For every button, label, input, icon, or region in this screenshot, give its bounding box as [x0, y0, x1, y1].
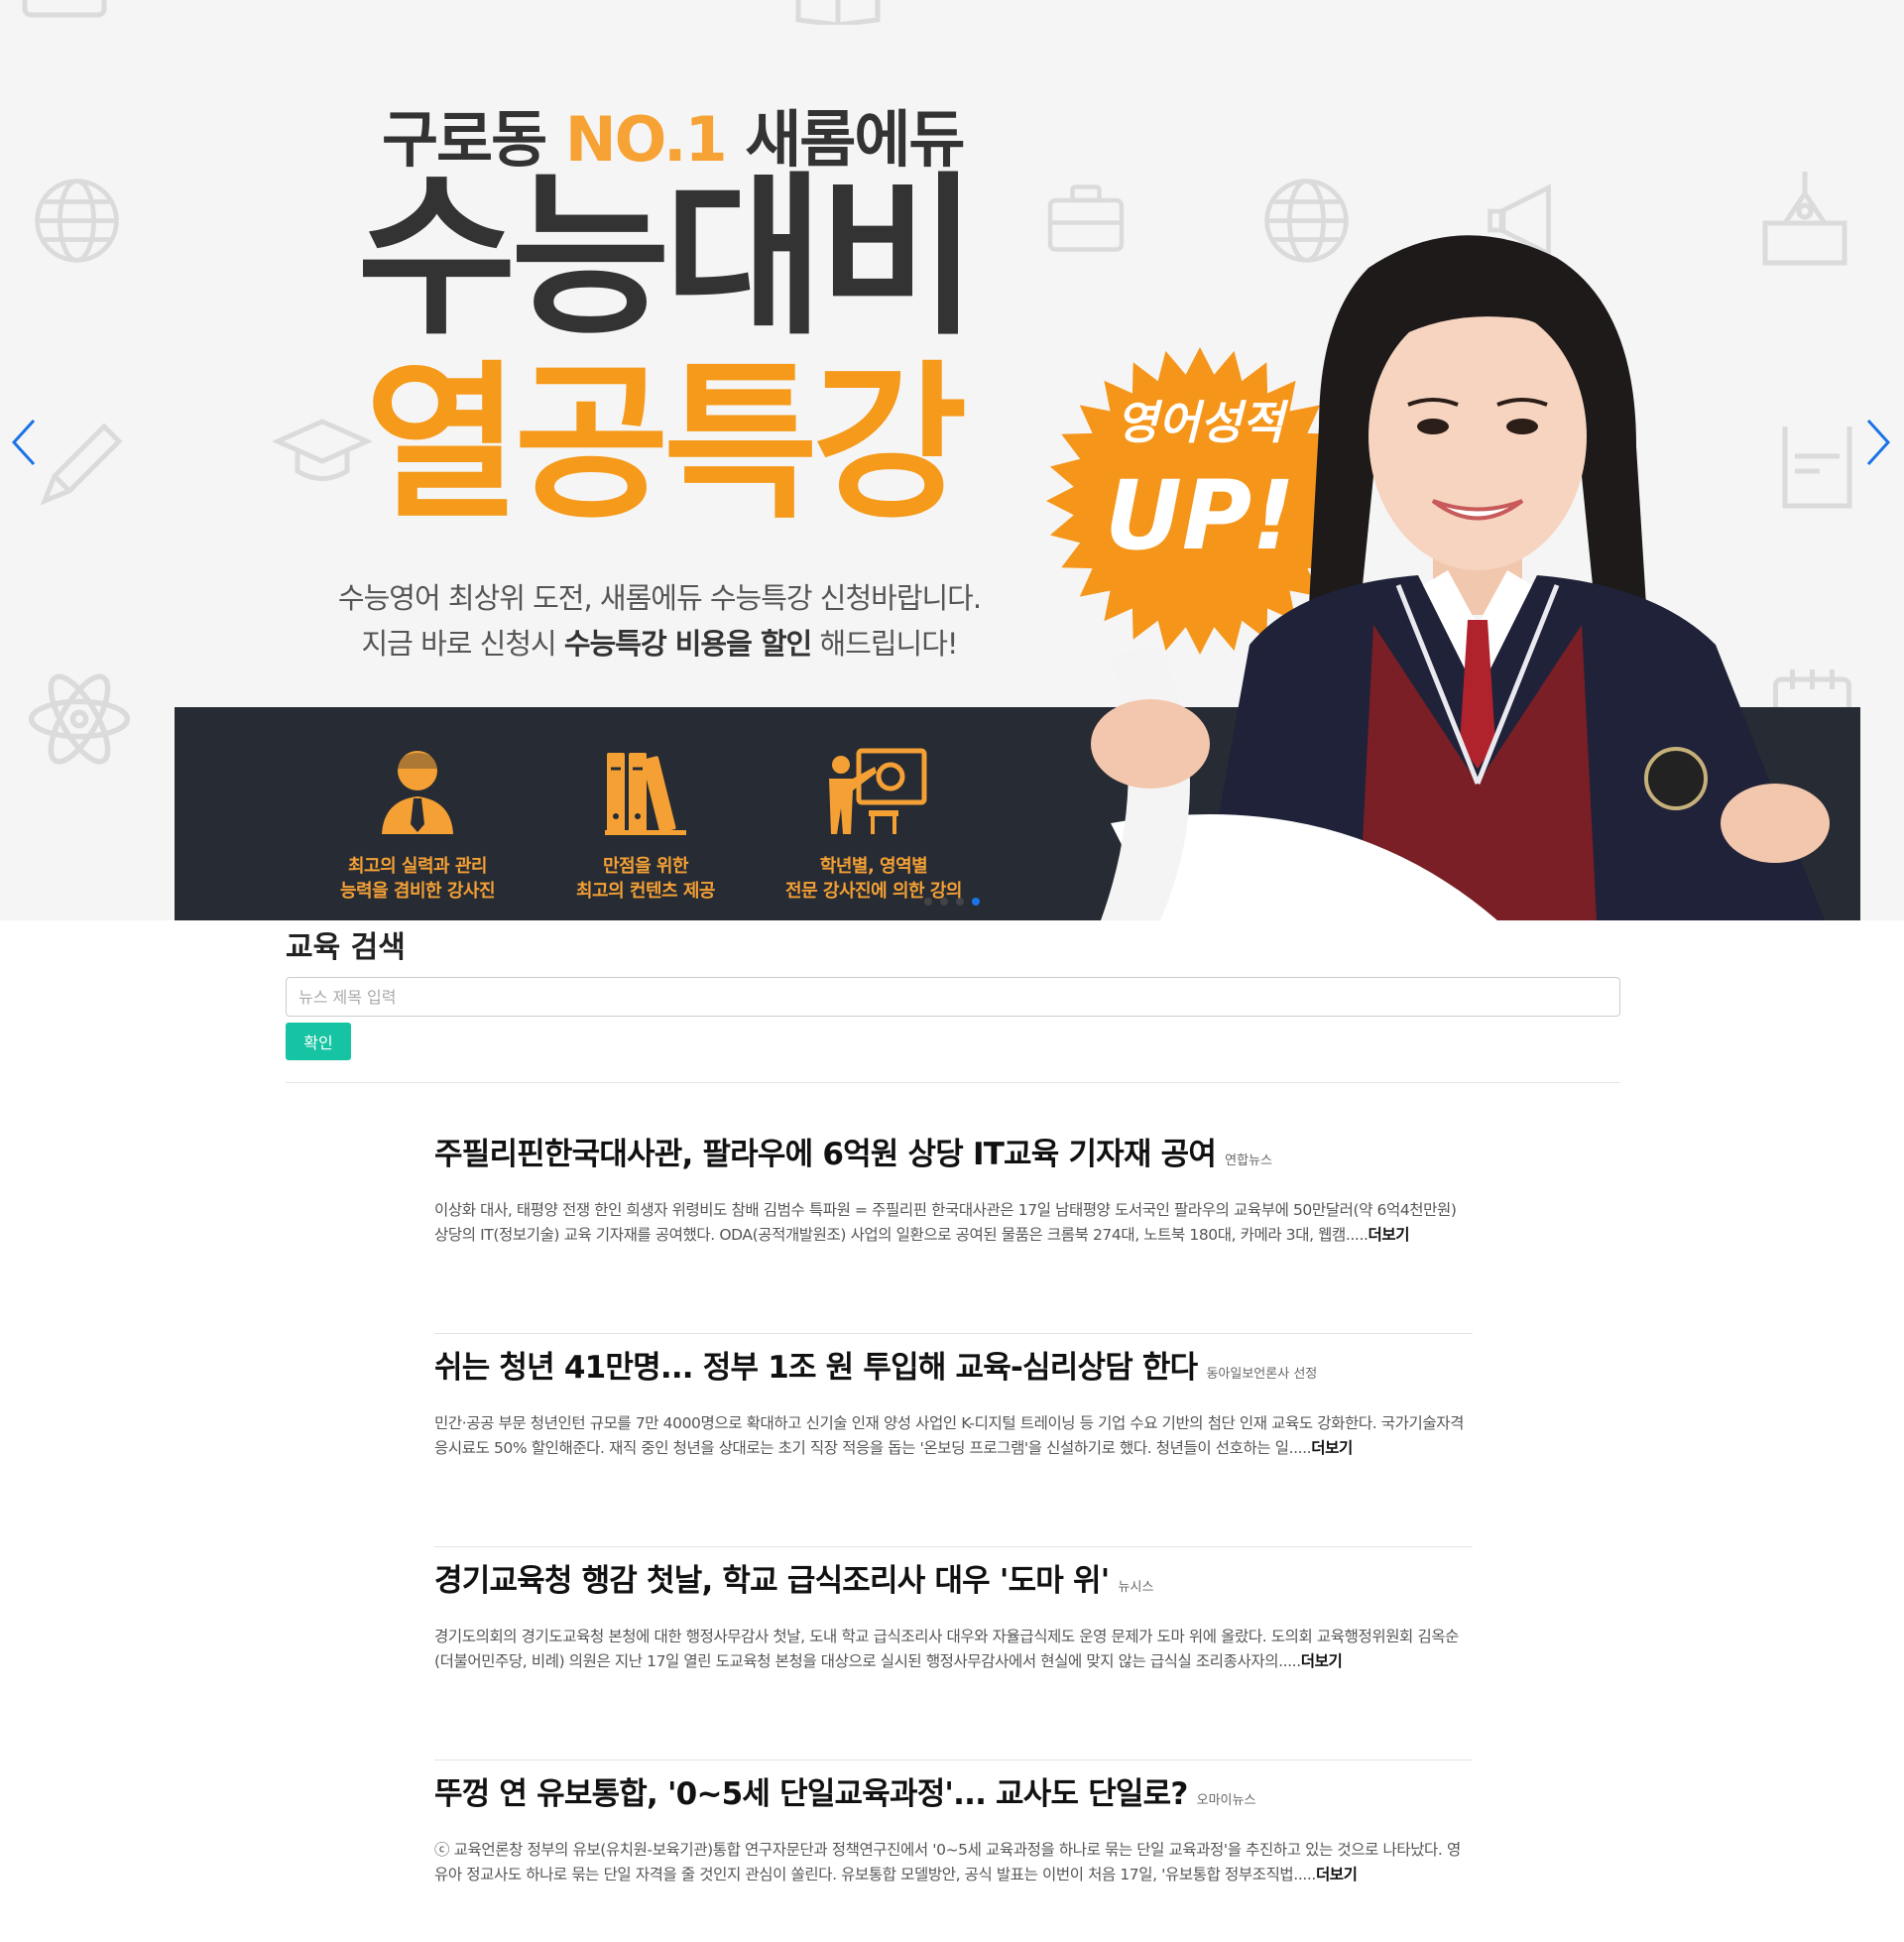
news-source: 연합뉴스	[1225, 1153, 1272, 1168]
news-summary-text: 민간·공공 부문 청년인턴 규모를 7만 4000명으로 확대하고 신기술 인재…	[434, 1414, 1464, 1457]
feature-lectures-line1: 학년별, 영역별	[819, 856, 928, 877]
carousel-next-button[interactable]	[1860, 415, 1896, 470]
feature-teachers-line1: 최고의 실력과 관리	[347, 856, 488, 877]
news-title[interactable]: 주필리핀한국대사관, 팔라우에 6억원 상당 IT교육 기자재 공여	[434, 1137, 1217, 1172]
news-header: 주필리핀한국대사관, 팔라우에 6억원 상당 IT교육 기자재 공여 연합뉴스	[434, 1129, 1272, 1173]
hero-title-accent: 열공특강	[365, 346, 968, 543]
chevron-left-icon	[11, 419, 36, 466]
news-item: 경기교육청 행감 첫날, 학교 급식조리사 대우 '도마 위' 뉴시스 경기도의…	[434, 1547, 1473, 1760]
news-item: 쉬는 청년 41만명... 정부 1조 원 투입해 교육-심리상담 한다 동아일…	[434, 1334, 1473, 1547]
search-section: 교육 검색 확인	[286, 922, 1620, 1060]
feature-contents-line2: 최고의 컨텐츠 제공	[575, 881, 716, 902]
search-input[interactable]	[286, 977, 1620, 1017]
news-item: 주필리핀한국대사관, 팔라우에 6억원 상당 IT교육 기자재 공여 연합뉴스 …	[434, 1121, 1473, 1334]
feature-teachers-line2: 능력을 겸비한 강사진	[339, 881, 496, 902]
desc-suffix: 해드립니다!	[819, 627, 958, 661]
student-photo	[1091, 235, 1830, 920]
news-summary: 민간·공공 부문 청년인턴 규모를 7만 4000명으로 확대하고 신기술 인재…	[434, 1411, 1473, 1460]
lecture-icon	[829, 748, 927, 834]
hero-title-main: 수능대비	[357, 158, 978, 359]
news-item: 뚜껑 연 유보통합, '0~5세 단일교육과정'... 교사도 단일로? 오마이…	[434, 1760, 1473, 1942]
search-title: 교육 검색	[286, 930, 406, 965]
book-icon	[22, 0, 107, 18]
news-summary-text: ⓒ 교육언론창 정부의 유보(유치원-보육기관)통합 연구자문단과 정책연구진에…	[434, 1841, 1461, 1883]
read-more-link[interactable]: 더보기	[1301, 1652, 1343, 1670]
hero-desc-line2: 지금 바로 신청시 수능특강 비용을 할인 해드립니다!	[332, 621, 987, 667]
news-list: 주필리핀한국대사관, 팔라우에 6억원 상당 IT교육 기자재 공여 연합뉴스 …	[434, 1121, 1473, 1942]
globe-icon	[35, 179, 119, 263]
graduation-cap-icon	[273, 419, 372, 481]
desc-highlight: 수능특강 비용을 할인	[563, 627, 812, 661]
section-divider	[286, 1082, 1620, 1083]
hero-carousel: 구로동 NO.1 새롬에듀 수능대비 열공특강 수능영어 최상위 도전, 새롬에…	[0, 0, 1904, 920]
news-title[interactable]: 뚜껑 연 유보통합, '0~5세 단일교육과정'... 교사도 단일로?	[434, 1776, 1188, 1812]
news-header: 쉬는 청년 41만명... 정부 1조 원 투입해 교육-심리상담 한다 동아일…	[434, 1342, 1317, 1387]
news-summary: 경기도의회의 경기도교육청 본청에 대한 행정사무감사 첫날, 도내 학교 급식…	[434, 1625, 1473, 1673]
news-summary: ⓒ 교육언론창 정부의 유보(유치원-보육기관)통합 연구자문단과 정책연구진에…	[434, 1838, 1473, 1886]
chevron-right-icon	[1866, 419, 1891, 466]
read-more-link[interactable]: 더보기	[1316, 1866, 1358, 1883]
carousel-dot[interactable]	[924, 898, 932, 906]
book-icon	[795, 0, 881, 25]
carousel-dot[interactable]	[956, 898, 964, 906]
hero-description: 수능영어 최상위 도전, 새롬에듀 수능특강 신청바랍니다. 지금 바로 신청시…	[332, 575, 987, 667]
feature-contents-line1: 만점을 위한	[602, 856, 689, 877]
feature-lectures: 학년별, 영역별 전문 강사진에 의한 강의	[760, 747, 988, 904]
news-title[interactable]: 쉬는 청년 41만명... 정부 1조 원 투입해 교육-심리상담 한다	[434, 1350, 1198, 1386]
desc-prefix: 지금 바로 신청시	[361, 627, 557, 661]
books-icon	[605, 753, 686, 835]
news-summary-text: 이상화 대사, 태평양 전쟁 한인 희생자 위령비도 참배 김범수 특파원 = …	[434, 1201, 1457, 1244]
read-more-link[interactable]: 더보기	[1311, 1439, 1353, 1457]
news-source: 뉴시스	[1118, 1580, 1154, 1595]
read-more-link[interactable]: 더보기	[1368, 1226, 1410, 1244]
search-submit-button[interactable]: 확인	[286, 1023, 351, 1060]
news-header: 경기교육청 행감 첫날, 학교 급식조리사 대우 '도마 위' 뉴시스	[434, 1555, 1153, 1600]
news-summary: 이상화 대사, 태평양 전쟁 한인 희생자 위령비도 참배 김범수 특파원 = …	[434, 1198, 1473, 1247]
pencil-icon	[40, 423, 123, 506]
news-header: 뚜껑 연 유보통합, '0~5세 단일교육과정'... 교사도 단일로? 오마이…	[434, 1768, 1255, 1813]
feature-teachers: 최고의 실력과 관리 능력을 겸비한 강사진	[303, 747, 532, 904]
teacher-icon	[382, 751, 453, 834]
carousel-dot-active[interactable]	[972, 898, 980, 906]
feature-contents: 만점을 위한 최고의 컨텐츠 제공	[532, 747, 760, 904]
carousel-dot[interactable]	[940, 898, 948, 906]
hero-desc-line1: 수능영어 최상위 도전, 새롬에듀 수능특강 신청바랍니다.	[337, 581, 982, 615]
carousel-prev-button[interactable]	[6, 415, 42, 470]
atom-icon	[28, 673, 131, 765]
news-source: 동아일보언론사 선정	[1206, 1367, 1318, 1382]
news-title[interactable]: 경기교육청 행감 첫날, 학교 급식조리사 대우 '도마 위'	[434, 1563, 1110, 1599]
news-source: 오마이뉴스	[1196, 1793, 1256, 1808]
carousel-pagination	[924, 898, 980, 906]
